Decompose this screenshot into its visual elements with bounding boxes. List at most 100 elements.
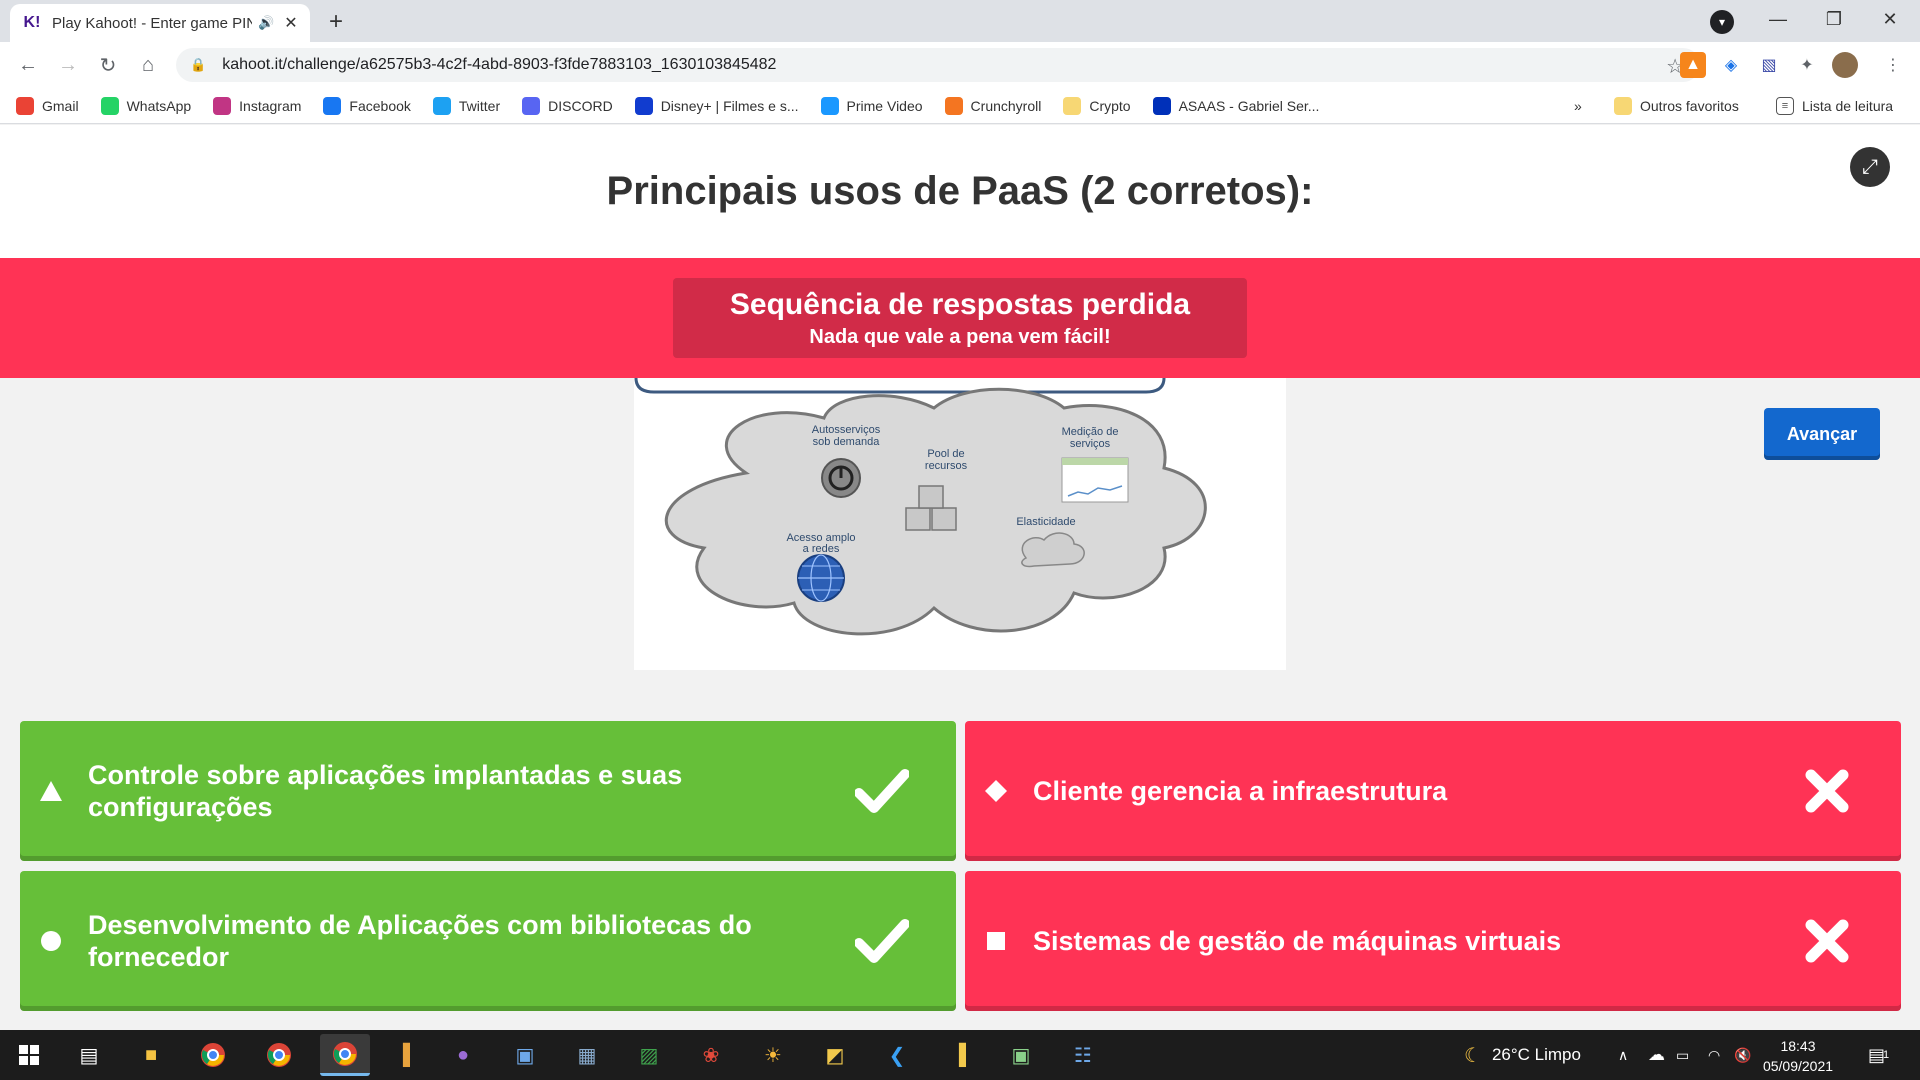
metamask-extension-icon[interactable]: ▲ xyxy=(1680,52,1706,78)
reload-button[interactable]: ↻ xyxy=(92,49,124,81)
chrome-active-window-icon[interactable] xyxy=(320,1034,370,1076)
url-text[interactable]: kahoot.it/challenge/a62575b3-4c2f-4abd-8… xyxy=(222,56,776,74)
asaas-icon xyxy=(1152,96,1171,115)
bookmark-item[interactable]: ASAAS - Gabriel Ser... xyxy=(1152,96,1319,115)
battery-icon[interactable]: ▭ xyxy=(1676,1030,1689,1080)
windows-start-icon[interactable] xyxy=(12,1038,46,1072)
minimize-button[interactable]: — xyxy=(1750,0,1806,38)
extension-icon[interactable]: ▧ xyxy=(1756,52,1782,78)
reading-list-icon: ≡ xyxy=(1776,97,1794,115)
paint-app-icon[interactable]: ❀ xyxy=(694,1038,728,1072)
bookmark-label: Gmail xyxy=(42,97,79,114)
bookmark-item[interactable]: Instagram xyxy=(213,96,301,115)
bookmark-item[interactable]: Gmail xyxy=(16,96,79,115)
close-window-button[interactable]: ✕ xyxy=(1862,0,1918,38)
bookmark-item[interactable]: Crypto xyxy=(1063,96,1131,115)
answer-square: Sistemas de gestão de máquinas virtuais xyxy=(965,871,1901,1011)
browser-tab[interactable]: K! Play Kahoot! - Enter game PIN 🔊 ✕ xyxy=(10,4,310,42)
instagram-icon xyxy=(213,96,232,115)
triangle-icon xyxy=(38,778,64,804)
wifi-icon[interactable]: ◠ xyxy=(1708,1030,1720,1080)
tab-strip: K! Play Kahoot! - Enter game PIN 🔊 ✕ + ▾… xyxy=(0,0,1920,42)
chrome-icon[interactable] xyxy=(196,1038,230,1072)
network-tool-icon[interactable]: ☷ xyxy=(1066,1038,1100,1072)
bookmarks-overflow-button[interactable]: » xyxy=(1574,88,1582,124)
streak-message-box: Sequência de respostas perdida Nada que … xyxy=(673,278,1247,358)
tray-chevron-icon[interactable]: ∧ xyxy=(1618,1030,1628,1080)
moon-icon: ☾ xyxy=(1464,1044,1482,1067)
answer-text: Sistemas de gestão de máquinas virtuais xyxy=(1033,925,1562,956)
bookmark-item[interactable]: Prime Video xyxy=(820,96,923,115)
winrar-icon[interactable]: ▐ xyxy=(386,1038,420,1072)
bookmark-label: Prime Video xyxy=(846,97,923,114)
bitwarden-extension-icon[interactable]: ◈ xyxy=(1718,52,1744,78)
installer-app-icon[interactable]: ▣ xyxy=(1004,1038,1038,1072)
diagram-label-medicao-2: serviços xyxy=(1070,438,1111,450)
github-desktop-icon[interactable]: ● xyxy=(446,1038,480,1072)
facebook-icon xyxy=(323,96,342,115)
bookmark-label: DISCORD xyxy=(548,97,613,114)
network-app-icon[interactable]: ▦ xyxy=(570,1038,604,1072)
question-header: Principais usos de PaaS (2 corretos): ⤢ xyxy=(0,125,1920,258)
checkmark-icon xyxy=(852,761,912,821)
task-view-icon[interactable]: ▤ xyxy=(72,1038,106,1072)
notification-center-icon[interactable]: ▤ 1 xyxy=(1868,1030,1889,1080)
streak-title: Sequência de respostas perdida xyxy=(729,287,1191,321)
bookmark-item[interactable]: Disney+ | Filmes e s... xyxy=(634,96,799,115)
diagram-label-acesso-2: a redes xyxy=(803,543,840,555)
browser-menu-icon[interactable]: ⋮ xyxy=(1880,52,1906,78)
disney-icon xyxy=(634,96,653,115)
gmail-icon xyxy=(16,96,34,115)
audio-playing-icon[interactable]: 🔊 xyxy=(258,15,274,31)
sun-app-icon[interactable]: ☀ xyxy=(756,1038,790,1072)
chrome-profile-icon[interactable] xyxy=(262,1038,296,1072)
answer-circle: Desenvolvimento de Aplicações com biblio… xyxy=(20,871,956,1011)
chart-thumbnail-icon xyxy=(1061,457,1129,503)
back-button[interactable]: ← xyxy=(12,49,44,81)
other-bookmarks-folder[interactable]: Outros favoritos xyxy=(1614,88,1739,124)
system-clock[interactable]: 18:43 05/09/2021 xyxy=(1760,1036,1836,1076)
fullscreen-icon[interactable]: ⤢ xyxy=(1850,147,1890,187)
bookmark-item[interactable]: Crunchyroll xyxy=(944,96,1041,115)
bookmark-item[interactable]: Twitter xyxy=(432,96,500,115)
crunchyroll-icon xyxy=(944,96,963,115)
remote-desktop-icon[interactable]: ▣ xyxy=(508,1038,542,1072)
question-title: Principais usos de PaaS (2 corretos): xyxy=(606,169,1314,213)
kahoot-favicon-icon: K! xyxy=(23,14,41,31)
profile-avatar[interactable] xyxy=(1832,52,1858,78)
bookmark-label: Facebook xyxy=(349,97,411,114)
sticky-app-icon[interactable]: ◩ xyxy=(818,1038,852,1072)
reading-list-button[interactable]: ≡ Lista de leitura xyxy=(1776,88,1893,124)
lock-icon[interactable]: 🔒 xyxy=(190,57,206,73)
file-explorer-icon[interactable]: ■ xyxy=(134,1038,168,1072)
primevideo-icon xyxy=(820,96,839,115)
extensions-puzzle-icon[interactable]: ✦ xyxy=(1794,52,1820,78)
close-tab-icon[interactable]: ✕ xyxy=(284,13,297,33)
home-button[interactable]: ⌂ xyxy=(132,49,164,81)
clock-date: 05/09/2021 xyxy=(1762,1058,1834,1074)
vscode-icon[interactable]: ❮ xyxy=(880,1038,914,1072)
new-tab-button[interactable]: + xyxy=(320,6,352,38)
bookmark-label: WhatsApp xyxy=(126,97,192,114)
diagram-label-autosservicos-1: Autosserviços xyxy=(812,424,881,436)
diagram-label-elasticidade: Elasticidade xyxy=(1016,516,1075,528)
browser-toolbar: ← → ↻ ⌂ 🔒 kahoot.it/challenge/a62575b3-4… xyxy=(0,42,1920,88)
folder-icon xyxy=(1063,96,1082,115)
bookmark-item[interactable]: WhatsApp xyxy=(100,96,192,115)
diagram-label-medicao-1: Medição de xyxy=(1062,426,1119,438)
windows-taskbar: ▤ ■ ▐ ● ▣ ▦ ▨ ❀ ☀ ◩ ❮ ▐ ▣ ☷ ☾ 26°C Limpo… xyxy=(0,1030,1920,1080)
tab-title: Play Kahoot! - Enter game PIN xyxy=(52,14,252,32)
bookmark-item[interactable]: DISCORD xyxy=(522,96,613,115)
volume-muted-icon[interactable]: 🔇 xyxy=(1734,1030,1751,1080)
address-bar[interactable]: 🔒 kahoot.it/challenge/a62575b3-4c2f-4abd… xyxy=(176,48,1700,82)
bookmark-item[interactable]: Facebook xyxy=(323,96,411,115)
spreadsheet-app-icon[interactable]: ▨ xyxy=(632,1038,666,1072)
notification-count: 1 xyxy=(1883,1049,1890,1061)
tab-search-icon[interactable]: ▾ xyxy=(1710,10,1734,34)
onedrive-icon[interactable]: ☁ xyxy=(1648,1030,1665,1080)
maximize-button[interactable]: ❐ xyxy=(1806,0,1862,38)
forward-button[interactable]: → xyxy=(52,49,84,81)
next-button[interactable]: Avançar xyxy=(1764,408,1880,460)
weather-widget[interactable]: ☾ 26°C Limpo xyxy=(1464,1030,1581,1080)
power-bi-icon[interactable]: ▐ xyxy=(942,1038,976,1072)
